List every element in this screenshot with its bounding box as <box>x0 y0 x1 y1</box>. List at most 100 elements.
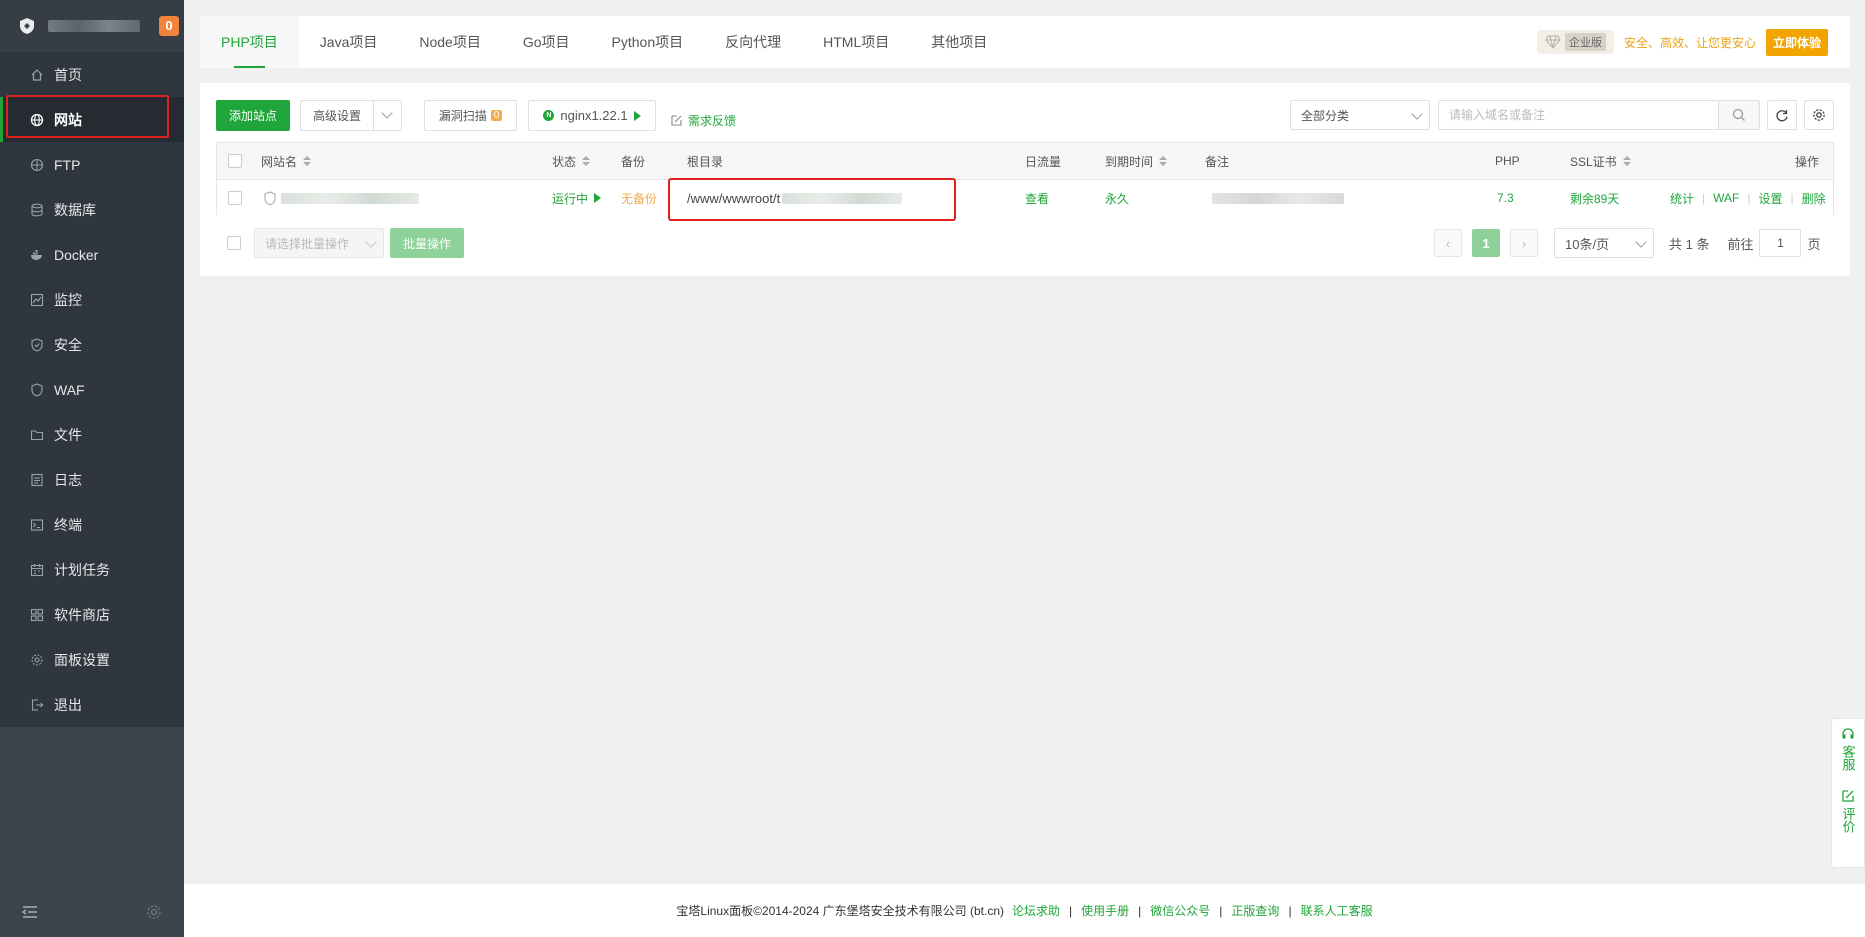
sidebar-item-security[interactable]: 安全 <box>0 322 184 367</box>
site-name-link[interactable] <box>263 180 419 216</box>
sidebar-item-files[interactable]: 文件 <box>0 412 184 457</box>
forum-link[interactable]: 论坛求助 <box>1012 902 1060 919</box>
human-support-link[interactable]: 联系人工客服 <box>1301 902 1373 919</box>
advanced-settings-toggle[interactable] <box>373 101 401 130</box>
wechat-link[interactable]: 微信公众号 <box>1150 902 1210 919</box>
sidebar-item-home[interactable]: 首页 <box>0 52 184 97</box>
status-running[interactable]: 运行中 <box>552 180 602 216</box>
tab-other[interactable]: 其他项目 <box>910 16 1008 68</box>
waf-link[interactable]: WAF <box>1713 191 1739 205</box>
page-1-button[interactable]: 1 <box>1472 229 1500 257</box>
table-settings-button[interactable] <box>1804 100 1834 130</box>
refresh-button[interactable] <box>1767 100 1797 130</box>
sidebar-item-label: 监控 <box>54 291 82 308</box>
col-expire[interactable]: 到期时间 <box>1105 143 1168 179</box>
copyright-text: 宝塔Linux面板©2014-2024 广东堡塔安全技术有限公司 (bt.cn) <box>676 904 1004 918</box>
sidebar-item-store[interactable]: 软件商店 <box>0 592 184 637</box>
notification-badge[interactable]: 0 <box>159 16 179 36</box>
sidebar-item-ftp[interactable]: FTP <box>0 142 184 187</box>
tab-node[interactable]: Node项目 <box>398 16 501 68</box>
tab-html[interactable]: HTML项目 <box>802 16 910 68</box>
nginx-service-button[interactable]: N nginx1.22.1 <box>528 100 656 131</box>
gear-icon[interactable] <box>146 904 162 920</box>
col-status-label: 状态 <box>552 154 577 169</box>
goto-page-input[interactable]: 1 <box>1759 229 1802 257</box>
sort-icon <box>303 156 312 166</box>
bulk-action-button[interactable]: 批量操作 <box>390 228 464 258</box>
database-icon <box>30 203 44 217</box>
manual-link[interactable]: 使用手册 <box>1081 902 1129 919</box>
next-page-button[interactable]: › <box>1510 229 1538 257</box>
sidebar-item-logs[interactable]: 日志 <box>0 457 184 502</box>
sort-icon <box>1622 156 1631 166</box>
tab-go[interactable]: Go项目 <box>502 16 591 68</box>
sidebar-item-terminal[interactable]: 终端 <box>0 502 184 547</box>
total-count: 共 1 条 <box>1669 236 1710 252</box>
stats-link[interactable]: 统计 <box>1670 190 1694 207</box>
col-name[interactable]: 网站名 <box>261 143 312 179</box>
try-now-button[interactable]: 立即体验 <box>1765 28 1828 56</box>
row-checkbox[interactable] <box>228 180 242 216</box>
sidebar-item-waf[interactable]: WAF <box>0 367 184 412</box>
ftp-icon <box>30 158 44 172</box>
headset-icon <box>1842 728 1854 739</box>
sidebar-item-label: 终端 <box>54 516 82 533</box>
category-select[interactable]: 全部分类 <box>1290 100 1430 130</box>
advanced-settings-dropdown[interactable]: 高级设置 <box>300 100 402 131</box>
collapse-menu-icon[interactable] <box>22 905 38 919</box>
tab-java[interactable]: Java项目 <box>299 16 399 68</box>
delete-link[interactable]: 删除 <box>1802 190 1826 207</box>
add-site-button[interactable]: 添加站点 <box>216 100 290 131</box>
gear-icon <box>1813 109 1825 121</box>
bulk-action-select[interactable]: 请选择批量操作 <box>254 228 384 258</box>
expire-value[interactable]: 永久 <box>1105 180 1129 216</box>
vuln-scan-button[interactable]: 漏洞扫描 0 <box>424 100 517 131</box>
license-check-link[interactable]: 正版查询 <box>1231 902 1279 919</box>
col-ssl[interactable]: SSL证书 <box>1570 143 1631 179</box>
select-all-checkbox[interactable] <box>228 143 242 179</box>
page-suffix: 页 <box>1807 236 1821 252</box>
settings-link[interactable]: 设置 <box>1758 190 1782 207</box>
review-button[interactable]: 评价 <box>1832 771 1864 833</box>
php-version-link[interactable]: 7.3 <box>1497 180 1514 216</box>
backup-link[interactable]: 无备份 <box>621 180 657 216</box>
tab-php[interactable]: PHP项目 <box>200 16 299 68</box>
category-value: 全部分类 <box>1301 108 1350 123</box>
sidebar-item-cron[interactable]: 计划任务 <box>0 547 184 592</box>
sidebar-header: 0 <box>0 0 184 52</box>
sidebar-item-database[interactable]: 数据库 <box>0 187 184 232</box>
sidebar-item-label: 日志 <box>54 471 82 488</box>
chevron-down-icon <box>381 107 393 119</box>
calendar-icon <box>30 563 44 577</box>
tab-reverse-proxy[interactable]: 反向代理 <box>704 16 802 68</box>
log-icon <box>30 473 44 487</box>
pagination: ‹ 1 › <box>1434 228 1538 258</box>
bulk-select-all-checkbox[interactable] <box>227 236 241 253</box>
root-path-link[interactable]: /www/wwwroot/t <box>687 180 903 216</box>
refresh-icon <box>1776 110 1788 122</box>
col-expire-label: 到期时间 <box>1105 154 1154 169</box>
feedback-link[interactable]: 需求反馈 <box>670 105 736 136</box>
support-widget: 客服 评价 <box>1831 718 1865 868</box>
sidebar: 0 首页 网站 FTP 数据库 Docker 监控 安全 WAF 文件 日志 终… <box>0 0 184 937</box>
customer-service-button[interactable]: 客服 <box>1832 719 1864 771</box>
sidebar-item-label: 首页 <box>54 66 82 83</box>
search-input[interactable] <box>1439 101 1718 129</box>
sidebar-item-label: Docker <box>54 246 99 263</box>
tab-python[interactable]: Python项目 <box>591 16 705 68</box>
search-button[interactable] <box>1718 101 1759 129</box>
sidebar-item-docker[interactable]: Docker <box>0 232 184 277</box>
sidebar-item-label: WAF <box>54 381 85 398</box>
sidebar-item-logout[interactable]: 退出 <box>0 682 184 727</box>
sidebar-item-monitor[interactable]: 监控 <box>0 277 184 322</box>
prev-page-button[interactable]: ‹ <box>1434 229 1462 257</box>
col-status[interactable]: 状态 <box>552 143 591 179</box>
page-size-select[interactable]: 10条/页 <box>1554 228 1654 258</box>
remark-field[interactable] <box>1212 180 1344 216</box>
sidebar-item-panel-settings[interactable]: 面板设置 <box>0 637 184 682</box>
col-name-label: 网站名 <box>261 154 298 169</box>
sidebar-item-website[interactable]: 网站 <box>0 97 184 142</box>
waf-icon <box>30 382 44 397</box>
ssl-status-link[interactable]: 剩余89天 <box>1570 180 1619 216</box>
traffic-view-link[interactable]: 查看 <box>1025 180 1049 216</box>
